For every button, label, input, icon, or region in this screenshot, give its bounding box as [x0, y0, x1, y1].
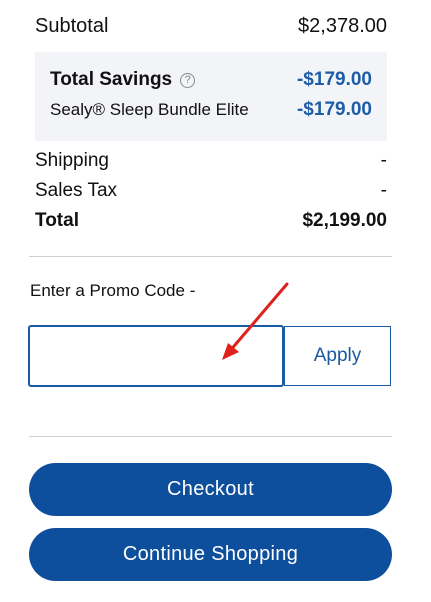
checkout-button[interactable]: Checkout [29, 463, 392, 516]
total-value: $2,199.00 [302, 210, 387, 231]
shipping-value: - [380, 150, 387, 171]
savings-item-label: Sealy® Sleep Bundle Elite [50, 100, 249, 119]
promo-code-label: Enter a Promo Code - [30, 281, 196, 300]
shipping-row: Shipping - [35, 146, 387, 176]
question-circle-icon[interactable]: ? [180, 72, 196, 88]
subtotal-row: Subtotal $2,378.00 [35, 0, 387, 52]
sales-tax-row: Sales Tax - [35, 176, 387, 206]
continue-shopping-button[interactable]: Continue Shopping [29, 528, 392, 581]
divider [29, 436, 392, 437]
savings-box: Total Savings ? -$179.00 Sealy® Sleep Bu… [35, 52, 387, 141]
total-label: Total [35, 210, 79, 231]
order-summary: Subtotal $2,378.00 Total Savings ? -$179… [35, 0, 387, 236]
savings-item-value: -$179.00 [296, 99, 372, 120]
sales-tax-value: - [380, 180, 387, 201]
savings-item-row: Sealy® Sleep Bundle Elite -$179.00 [50, 99, 372, 121]
divider [29, 256, 392, 257]
total-savings-value: -$179.00 [296, 69, 372, 90]
apply-button[interactable]: Apply [284, 326, 391, 386]
subtotal-value: $2,378.00 [298, 14, 387, 37]
promo-code-input[interactable] [28, 325, 284, 387]
total-row: Total $2,199.00 [35, 206, 387, 236]
shipping-label: Shipping [35, 150, 109, 171]
sales-tax-label: Sales Tax [35, 180, 118, 201]
total-savings-label: Total Savings [50, 69, 173, 90]
subtotal-label: Subtotal [35, 14, 109, 37]
